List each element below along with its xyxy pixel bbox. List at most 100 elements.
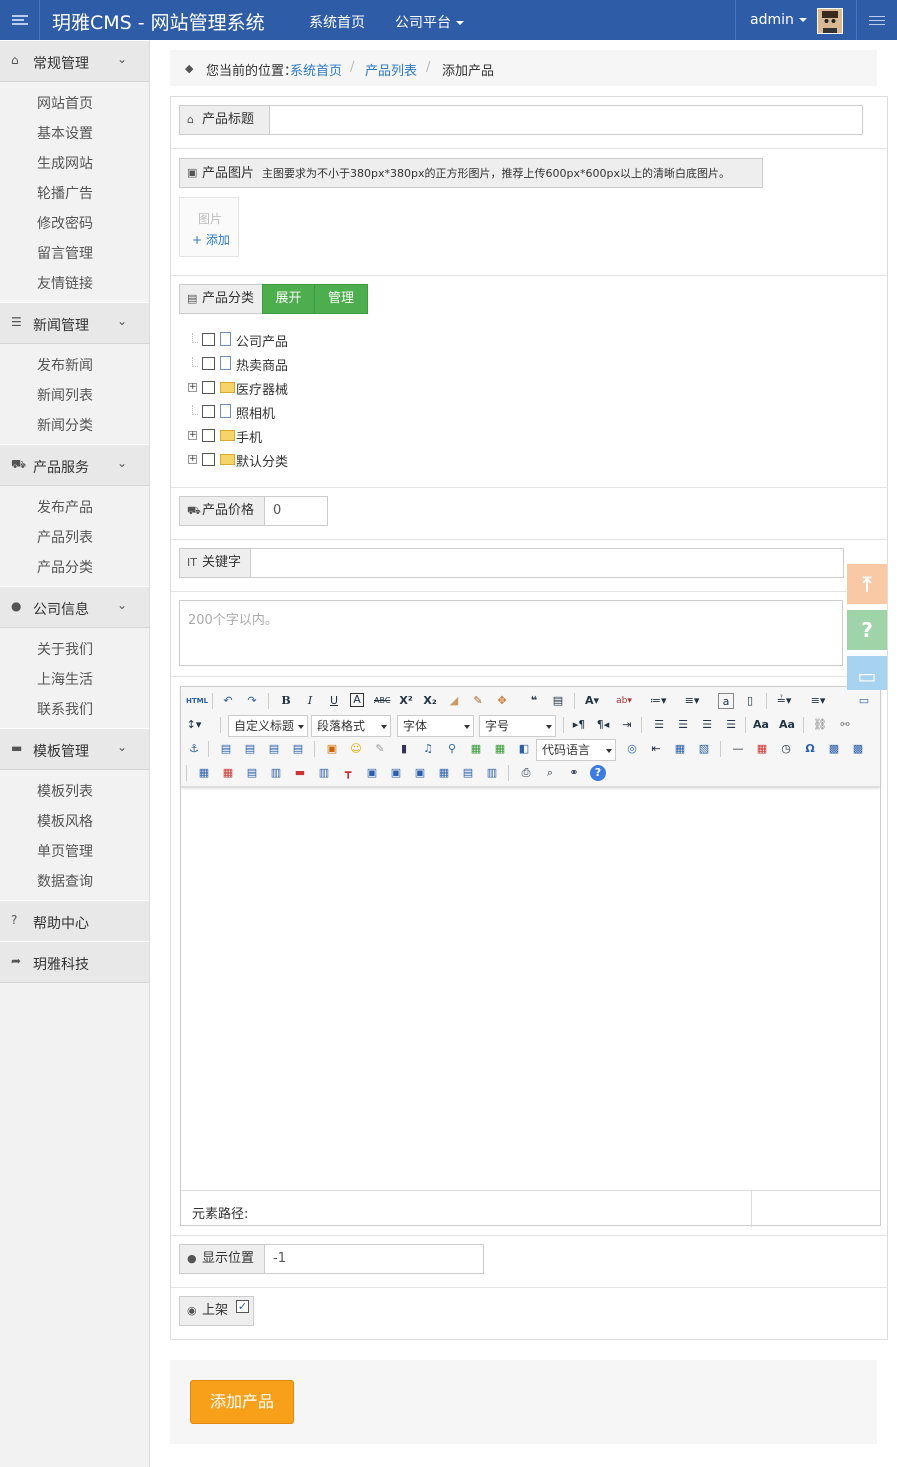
insert-paragraph-before-table-icon[interactable]: ▤	[244, 765, 260, 781]
sidebar-item[interactable]: 数据查询	[37, 871, 93, 891]
sidebar-item[interactable]: 联系我们	[37, 699, 93, 719]
delete-col-icon[interactable]: ┳	[340, 765, 356, 781]
rtl-icon[interactable]: ¶◂	[595, 717, 611, 733]
sidebar-item[interactable]: 模板列表	[37, 781, 93, 801]
superscript-icon[interactable]: X²	[398, 693, 414, 709]
tree-node[interactable]: 照相机	[188, 403, 388, 422]
background-icon[interactable]: ▧	[696, 741, 712, 757]
help-icon[interactable]: ?	[590, 765, 606, 781]
music-icon[interactable]: ♫	[420, 741, 436, 757]
align-center-icon[interactable]: ☰	[675, 717, 691, 733]
expand-plus-icon[interactable]: +	[188, 431, 197, 440]
row-spacing-bottom-icon[interactable]: ≡▾	[810, 693, 826, 709]
autotypeset-icon[interactable]: ✥	[494, 693, 510, 709]
sidebar-item[interactable]: 修改密码	[37, 213, 93, 233]
delete-table-icon[interactable]: ▦	[220, 765, 236, 781]
align-justify-icon[interactable]: ☰	[723, 717, 739, 733]
nav-system-home[interactable]: 系统首页	[309, 12, 365, 32]
breadcrumb-home-link[interactable]: 系统首页	[290, 60, 342, 79]
select-all-icon[interactable]: a	[718, 693, 734, 709]
sidebar-group-products[interactable]: ⛟ 产品服务 ⌄	[0, 444, 149, 486]
price-input[interactable]: 0	[264, 496, 328, 526]
expand-plus-icon[interactable]: +	[188, 383, 197, 392]
insert-table-icon[interactable]: ▦	[196, 765, 212, 781]
sidebar-item[interactable]: 新闻分类	[37, 415, 93, 435]
image-upload-box[interactable]: 图片 + 添加	[179, 197, 239, 257]
print-icon[interactable]: ⎙	[518, 765, 534, 781]
bold-icon[interactable]: B	[278, 693, 294, 709]
breadcrumb-list-link[interactable]: 产品列表	[365, 60, 417, 79]
tolowercase-icon[interactable]: Aa	[779, 717, 795, 733]
sidebar-group-help[interactable]: ? 帮助中心	[0, 900, 149, 942]
date-icon[interactable]: ▦	[754, 741, 770, 757]
add-product-button[interactable]: 添加产品	[190, 1380, 294, 1424]
horizontal-rule-icon[interactable]: —	[730, 741, 746, 757]
merge-cells-icon[interactable]: ▣	[364, 765, 380, 781]
custom-heading-select[interactable]: 自定义标题	[228, 715, 308, 737]
map-icon[interactable]: ▦	[468, 741, 484, 757]
font-size-select[interactable]: 字号	[479, 715, 556, 737]
split-to-rows-icon[interactable]: ▤	[460, 765, 476, 781]
italic-icon[interactable]: I	[302, 693, 318, 709]
highlight-color-icon[interactable]: ab▾	[616, 693, 632, 709]
ordered-list-icon[interactable]: ≔▾	[650, 693, 667, 709]
tree-node[interactable]: + 医疗器械	[188, 379, 388, 398]
sidebar-item[interactable]: 发布产品	[37, 497, 93, 517]
merge-down-icon[interactable]: ▣	[412, 765, 428, 781]
paragraph-format-select[interactable]: 段落格式	[311, 715, 391, 737]
keyword-input[interactable]	[250, 548, 844, 578]
gmap-icon[interactable]: ▦	[492, 741, 508, 757]
special-char-icon[interactable]: Ω	[802, 741, 818, 757]
insert-frame-icon[interactable]: ◧	[516, 741, 532, 757]
sidebar-item[interactable]: 上海生活	[37, 669, 93, 689]
tree-checkbox[interactable]	[202, 357, 215, 370]
font-family-select[interactable]: 字体	[397, 715, 474, 737]
pagebreak-icon[interactable]: ⇤	[648, 741, 664, 757]
webapp-icon[interactable]: ◎	[624, 741, 640, 757]
insert-image-icon[interactable]: ▣	[324, 741, 340, 757]
tree-node[interactable]: + 手机	[188, 427, 388, 446]
template-icon[interactable]: ▦	[672, 741, 688, 757]
description-textarea[interactable]: 200个字以内。	[179, 600, 843, 666]
chat-float-button[interactable]: ▭	[847, 656, 887, 690]
sidebar-item[interactable]: 单页管理	[37, 841, 93, 861]
search-replace-icon[interactable]: ⚭	[566, 765, 582, 781]
anchor-icon[interactable]: ⚓	[186, 741, 202, 757]
attachment-icon[interactable]: ⚲	[444, 741, 460, 757]
subscript-icon[interactable]: X₂	[422, 693, 438, 709]
delete-row-icon[interactable]: ▬	[292, 765, 308, 781]
insert-video-icon[interactable]: ▮	[396, 741, 412, 757]
font-border-icon[interactable]: A	[350, 693, 364, 707]
format-brush-icon[interactable]: ✎	[470, 693, 486, 709]
image-none-icon[interactable]: ▤	[218, 741, 234, 757]
clear-doc-icon[interactable]: ▯	[742, 693, 758, 709]
insert-row-icon[interactable]: ▥	[268, 765, 284, 781]
position-input[interactable]: -1	[264, 1244, 484, 1274]
tree-checkbox[interactable]	[202, 405, 215, 418]
sidebar-item[interactable]: 产品列表	[37, 527, 93, 547]
row-spacing-top-icon[interactable]: ≟▾	[776, 693, 792, 709]
sidebar-item[interactable]: 发布新闻	[37, 355, 93, 375]
touppercase-icon[interactable]: Aa	[753, 717, 769, 733]
line-height-icon[interactable]: ↕▾	[186, 717, 202, 733]
edittip-icon[interactable]: ▩	[850, 741, 866, 757]
tree-node[interactable]: + 默认分类	[188, 451, 388, 470]
sidebar-item[interactable]: 新闻列表	[37, 385, 93, 405]
unordered-list-icon[interactable]: ≡▾	[684, 693, 700, 709]
strikethrough-icon[interactable]: ABC	[374, 693, 390, 709]
title-input[interactable]	[269, 105, 863, 135]
emotion-icon[interactable]: ☺	[348, 741, 364, 757]
unlink-icon[interactable]: ⚯	[837, 717, 853, 733]
publish-checkbox[interactable]: ✓	[236, 1300, 249, 1313]
preview-icon[interactable]: ⌕	[542, 765, 558, 781]
image-add-link[interactable]: + 添加	[192, 231, 230, 248]
image-right-icon[interactable]: ▤	[266, 741, 282, 757]
indent-icon[interactable]: ⇥	[619, 717, 635, 733]
tree-checkbox[interactable]	[202, 429, 215, 442]
image-left-icon[interactable]: ▤	[242, 741, 258, 757]
undo-icon[interactable]: ↶	[220, 693, 236, 709]
manage-button[interactable]: 管理	[314, 284, 368, 314]
expand-button[interactable]: 展开	[262, 284, 315, 314]
sidebar-group-company[interactable]: ● 公司信息 ⌄	[0, 586, 149, 628]
align-left-icon[interactable]: ☰	[651, 717, 667, 733]
